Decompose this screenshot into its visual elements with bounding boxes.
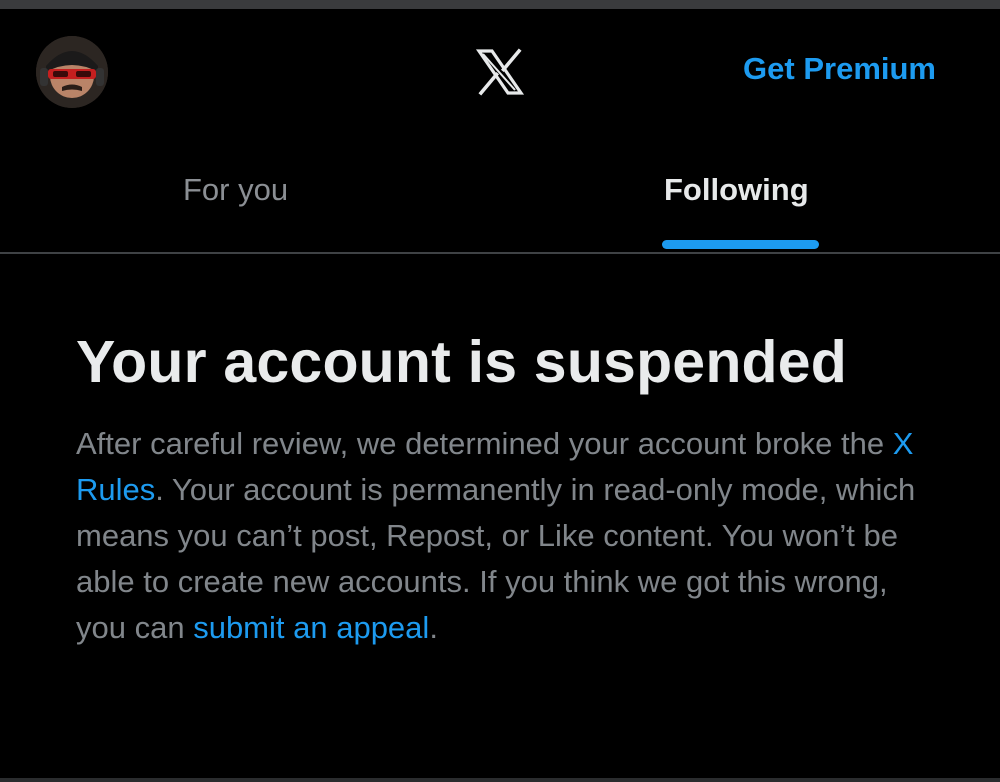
top-bar: Get Premium xyxy=(0,9,1000,129)
divider xyxy=(0,252,1000,254)
active-tab-indicator xyxy=(662,240,819,249)
status-strip xyxy=(0,0,1000,9)
get-premium-button[interactable]: Get Premium xyxy=(743,51,936,87)
suspension-notice: Your account is suspended After careful … xyxy=(76,322,956,651)
tab-for-you[interactable]: For you xyxy=(0,129,500,252)
tab-label: For you xyxy=(183,172,289,207)
notice-title: Your account is suspended xyxy=(76,329,848,395)
notice-text: After careful review, we determined your… xyxy=(76,426,893,461)
notice-text: . xyxy=(429,610,438,645)
tab-following[interactable]: Following xyxy=(500,129,1000,252)
avatar-image xyxy=(36,36,108,108)
notice-body: After careful review, we determined your… xyxy=(76,421,936,651)
avatar[interactable] xyxy=(36,36,108,108)
timeline-tabs: For you Following xyxy=(0,129,1000,252)
submit-appeal-link[interactable]: submit an appeal xyxy=(193,610,429,645)
x-logo-icon[interactable] xyxy=(470,42,530,102)
tab-label: Following xyxy=(664,172,809,207)
bottom-divider xyxy=(0,778,1000,782)
